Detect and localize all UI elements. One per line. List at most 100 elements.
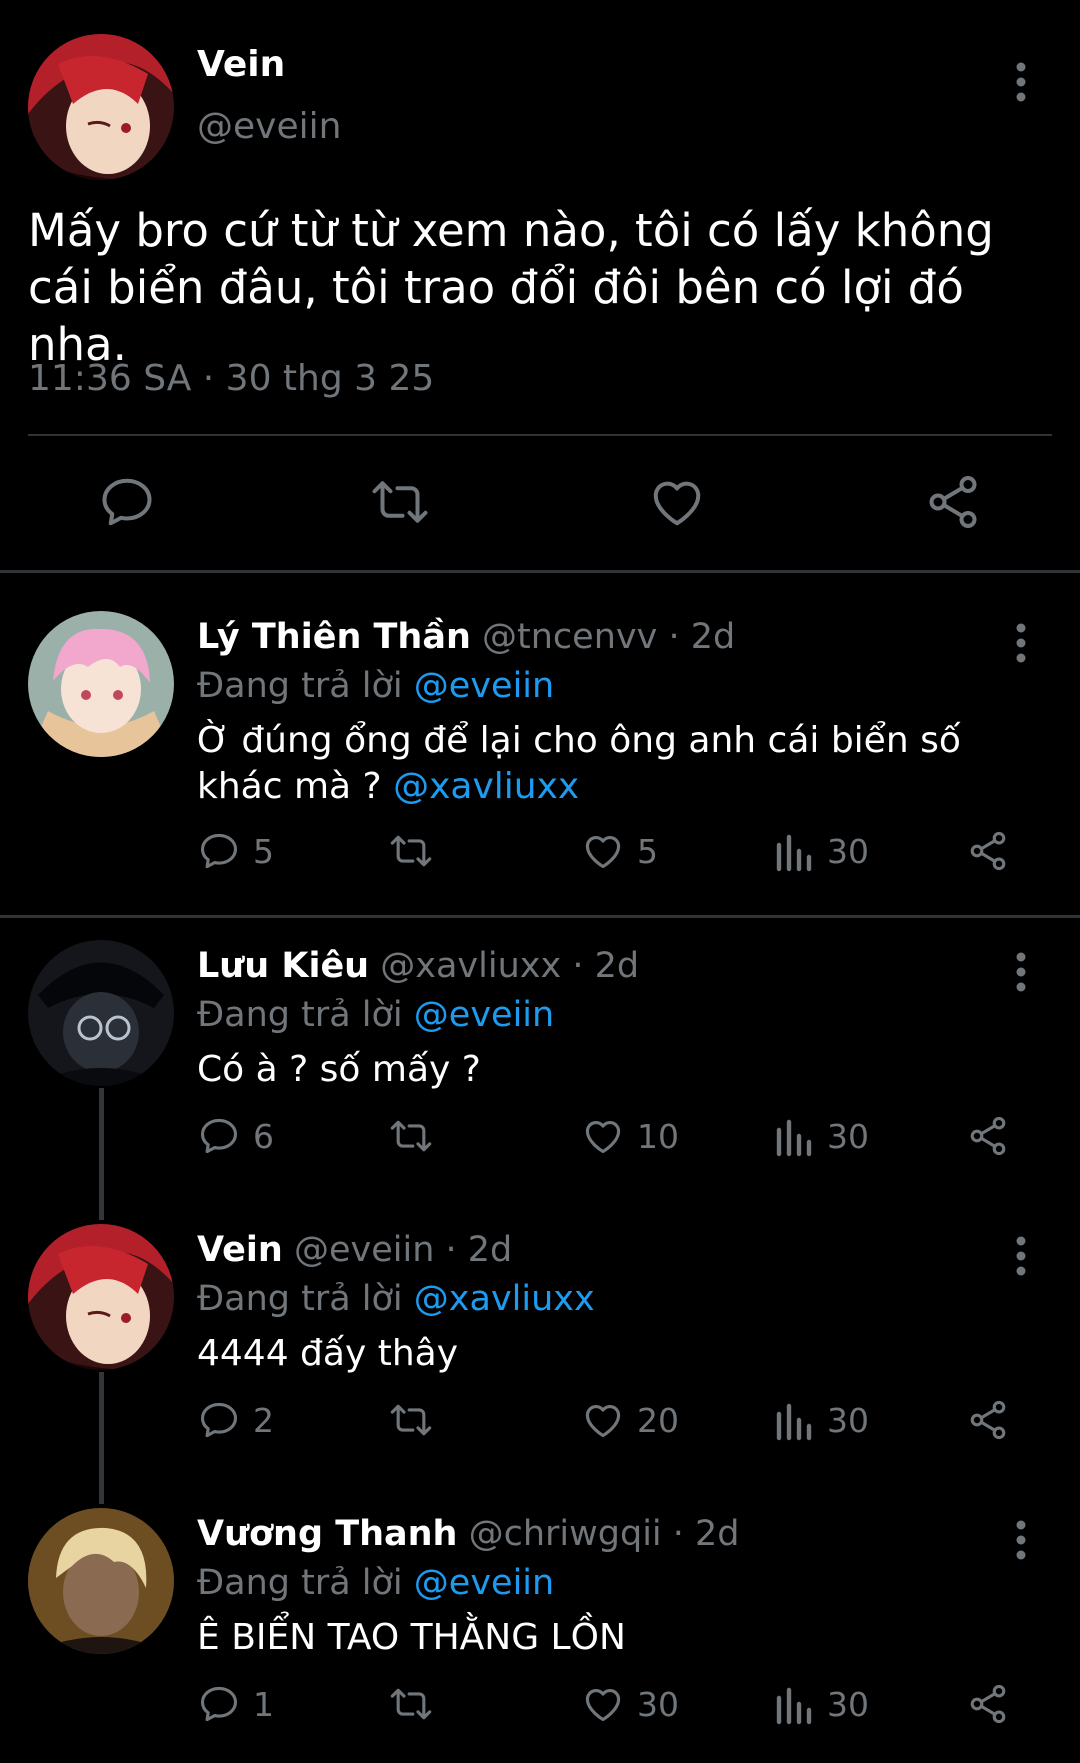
replying-label: Đang trả lời: [197, 1563, 403, 1603]
share-icon[interactable]: [923, 472, 983, 532]
mention-link[interactable]: @xavliuxx: [393, 766, 579, 807]
retweet-button[interactable]: [389, 1682, 433, 1726]
tweet-text: Mấy bro cứ từ từ xem nào, tôi có lấy khô…: [28, 204, 994, 371]
replying-label: Đang trả lời: [197, 1279, 403, 1319]
tweet-timestamp[interactable]: 11:36 SA · 30 thg 3 25: [28, 358, 434, 399]
views-button[interactable]: 30: [775, 1682, 869, 1726]
author-name[interactable]: Vương Thanh: [197, 1514, 457, 1554]
reply-count: 1: [253, 1684, 274, 1724]
reply-tweet[interactable]: Lý Thiên Thần @tncenvv · 2d Đang trả lời…: [0, 573, 1080, 915]
reply-header: Lưu Kiêu @xavliuxx · 2d: [197, 946, 639, 986]
share-icon: [970, 1400, 1006, 1440]
more-options-icon[interactable]: [1006, 60, 1036, 104]
author-name[interactable]: Lý Thiên Thần: [197, 617, 471, 657]
views-button[interactable]: 30: [775, 1114, 869, 1158]
view-count: 30: [827, 831, 869, 871]
replying-to-link[interactable]: @eveiin: [414, 666, 554, 706]
replying-label: Đang trả lời: [197, 666, 403, 706]
retweet-icon[interactable]: [370, 472, 430, 532]
like-count: 30: [637, 1684, 679, 1724]
author-handle[interactable]: @xavliuxx: [380, 946, 561, 986]
like-icon: [585, 1689, 621, 1722]
share-icon: [970, 1116, 1006, 1156]
view-count: 30: [827, 1400, 869, 1440]
share-icon: [970, 831, 1006, 871]
author-handle[interactable]: @tncenvv: [482, 617, 657, 657]
retweet-button[interactable]: [389, 1398, 433, 1442]
avatar[interactable]: [28, 1508, 174, 1654]
reply-icon[interactable]: [97, 472, 157, 532]
like-icon[interactable]: [647, 472, 707, 532]
reply-button[interactable]: 1: [197, 1682, 274, 1726]
author-handle[interactable]: @eveiin: [294, 1230, 434, 1270]
replying-label: Đang trả lời: [197, 995, 403, 1035]
like-button[interactable]: 5: [581, 829, 658, 873]
retweet-button[interactable]: [389, 829, 433, 873]
share-button[interactable]: [966, 1682, 1010, 1726]
reply-text: Ờ đúng ổng để lại cho ông anh cái biển s…: [197, 718, 1037, 810]
share-icon: [970, 1684, 1006, 1724]
author-name[interactable]: Lưu Kiêu: [197, 946, 369, 986]
reply-time[interactable]: · 2d: [572, 946, 639, 986]
author-name[interactable]: Vein: [197, 44, 285, 85]
like-button[interactable]: 30: [581, 1682, 679, 1726]
author-handle[interactable]: @chriwgqii: [469, 1514, 662, 1554]
avatar[interactable]: [28, 940, 174, 1086]
replying-to-link[interactable]: @eveiin: [414, 995, 554, 1035]
retweet-icon: [390, 1120, 432, 1152]
share-button[interactable]: [966, 1114, 1010, 1158]
replying-to: Đang trả lời @xavliuxx: [197, 1279, 595, 1319]
like-count: 10: [637, 1116, 679, 1156]
more-options-icon[interactable]: [1006, 621, 1036, 665]
reply-button[interactable]: 5: [197, 829, 274, 873]
reply-tweet[interactable]: Lưu Kiêu @xavliuxx · 2d Đang trả lời @ev…: [0, 918, 1080, 1202]
reply-icon: [200, 1402, 238, 1438]
like-button[interactable]: 20: [581, 1398, 679, 1442]
replying-to: Đang trả lời @eveiin: [197, 666, 554, 706]
replying-to: Đang trả lời @eveiin: [197, 1563, 554, 1603]
reply-time[interactable]: · 2d: [446, 1230, 513, 1270]
reply-time[interactable]: · 2d: [673, 1514, 740, 1554]
avatar[interactable]: [28, 34, 174, 180]
reply-count: 6: [253, 1116, 274, 1156]
views-icon: [776, 1687, 812, 1725]
reply-icon: [200, 1686, 238, 1722]
like-count: 5: [637, 831, 658, 871]
reply-tweet[interactable]: Vein @eveiin · 2d Đang trả lời @xavliuxx…: [0, 1202, 1080, 1486]
replying-to: Đang trả lời @eveiin: [197, 995, 554, 1035]
view-count: 30: [827, 1116, 869, 1156]
avatar[interactable]: [28, 1224, 174, 1370]
views-icon: [776, 1119, 812, 1157]
like-icon: [585, 1121, 621, 1154]
reply-count: 5: [253, 831, 274, 871]
view-count: 30: [827, 1684, 869, 1724]
reply-text: Có à ? số mấy ?: [197, 1047, 1037, 1093]
like-button[interactable]: 10: [581, 1114, 679, 1158]
reply-icon: [200, 1118, 238, 1154]
more-options-icon[interactable]: [1006, 1518, 1036, 1562]
retweet-button[interactable]: [389, 1114, 433, 1158]
like-icon: [585, 1405, 621, 1438]
author-name[interactable]: Vein: [197, 1230, 283, 1270]
views-button[interactable]: 30: [775, 829, 869, 873]
reply-icon: [200, 833, 238, 869]
author-handle[interactable]: @eveiin: [197, 106, 341, 147]
like-icon: [585, 836, 621, 869]
reply-button[interactable]: 2: [197, 1398, 274, 1442]
more-options-icon[interactable]: [1006, 950, 1036, 994]
reply-time[interactable]: · 2d: [668, 617, 735, 657]
reply-body: Ê BIỂN TAO THẰNG LỒN: [197, 1617, 626, 1658]
reply-tweet[interactable]: Vương Thanh @chriwgqii · 2d Đang trả lời…: [0, 1486, 1080, 1763]
reply-button[interactable]: 6: [197, 1114, 274, 1158]
like-count: 20: [637, 1400, 679, 1440]
avatar[interactable]: [28, 611, 174, 757]
replying-to-link[interactable]: @eveiin: [414, 1563, 554, 1603]
reply-header: Vương Thanh @chriwgqii · 2d: [197, 1514, 740, 1554]
views-button[interactable]: 30: [775, 1398, 869, 1442]
share-button[interactable]: [966, 829, 1010, 873]
more-options-icon[interactable]: [1006, 1234, 1036, 1278]
reply-header: Lý Thiên Thần @tncenvv · 2d: [197, 617, 735, 657]
retweet-icon: [390, 1404, 432, 1436]
share-button[interactable]: [966, 1398, 1010, 1442]
replying-to-link[interactable]: @xavliuxx: [414, 1279, 595, 1319]
